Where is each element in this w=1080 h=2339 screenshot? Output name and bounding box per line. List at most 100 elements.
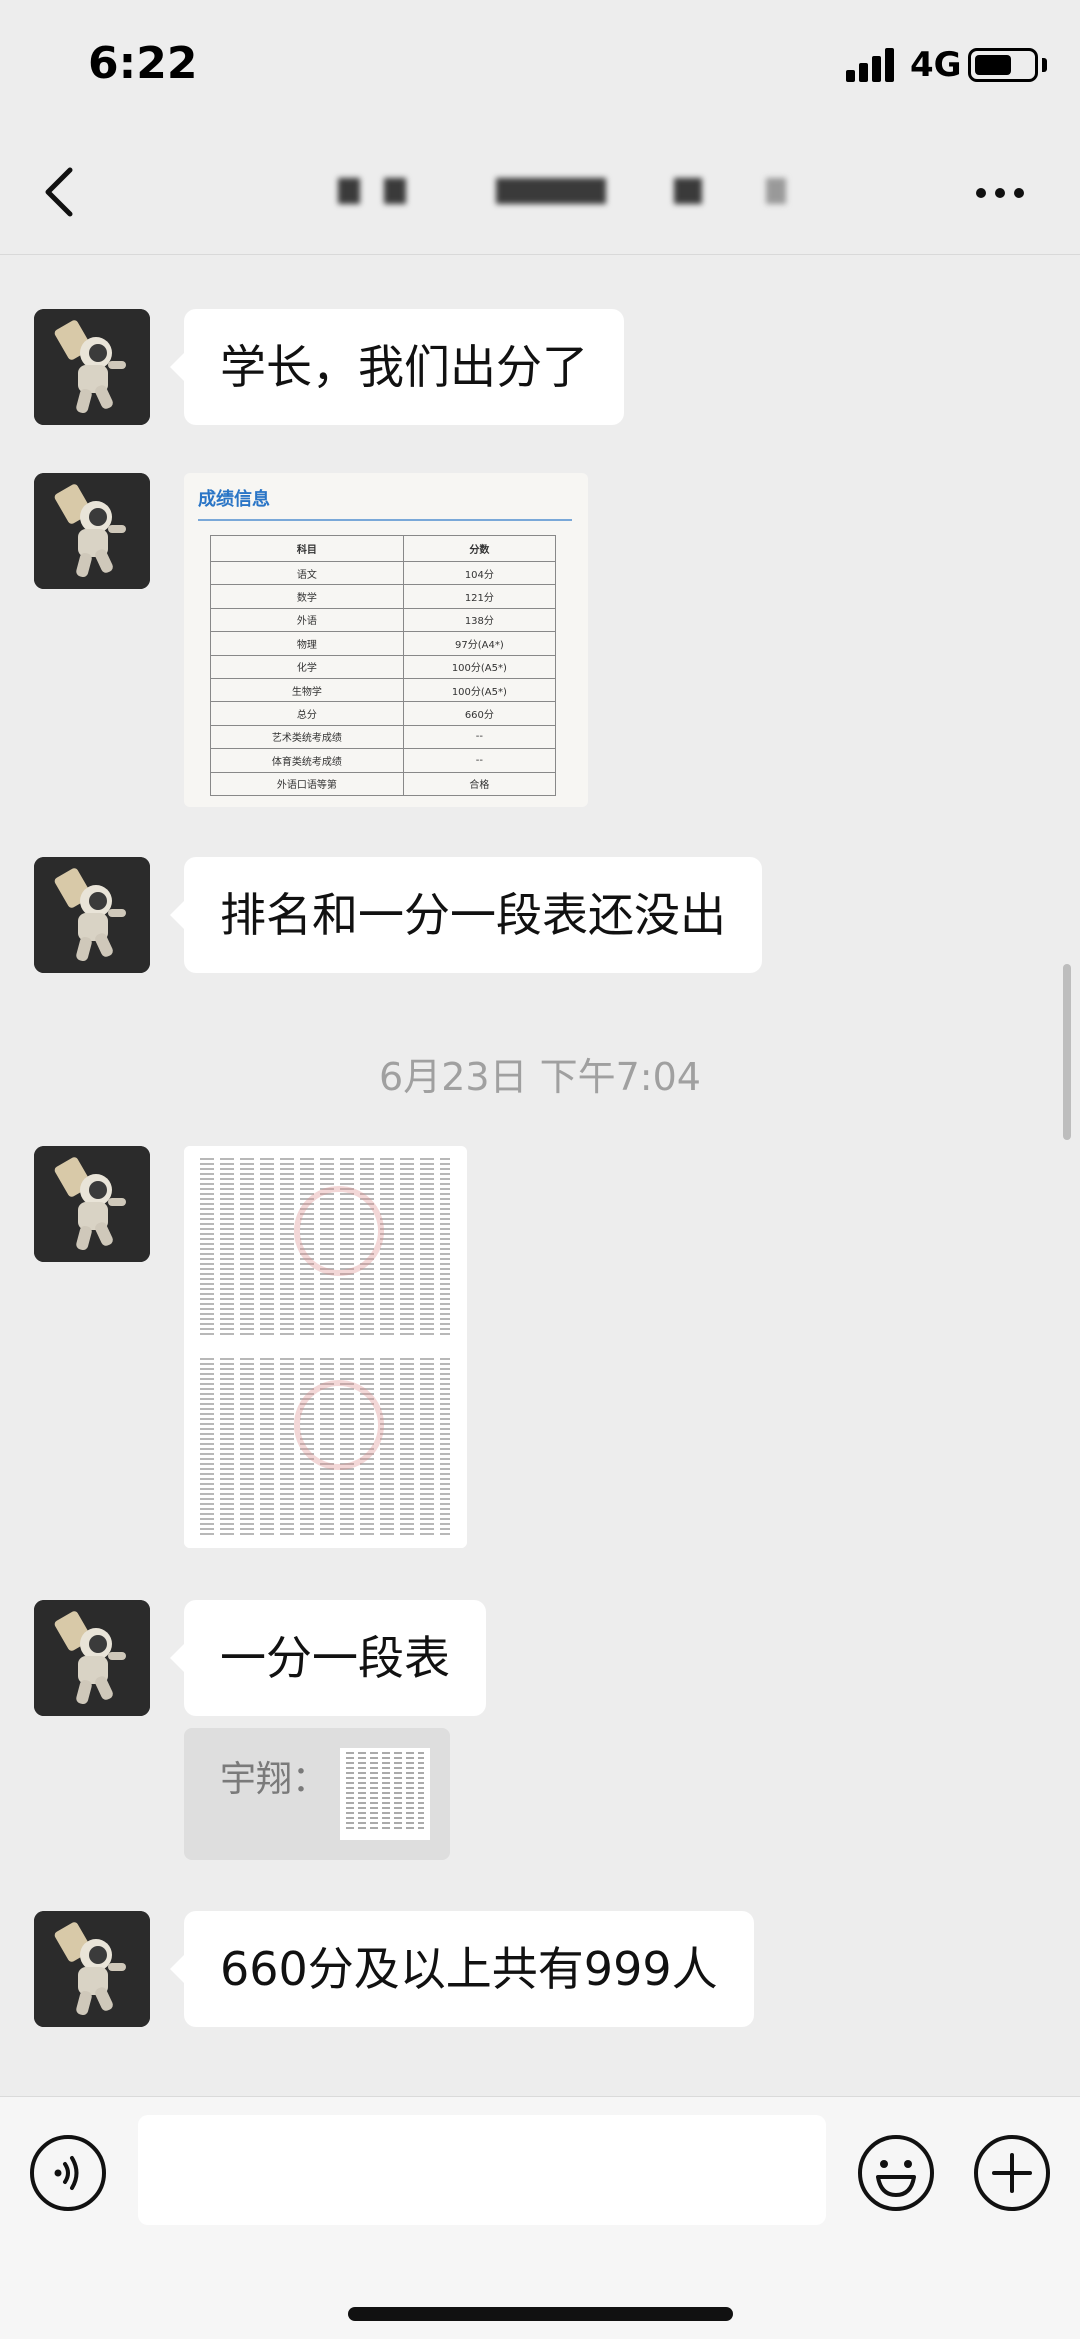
astronaut-avatar-icon [34,1600,150,1716]
table-cell: 数学 [210,584,404,609]
avatar[interactable] [34,1600,150,1716]
scrollbar[interactable] [1063,964,1071,1140]
astronaut-avatar-icon [34,473,150,589]
input-bar [0,2096,1080,2339]
back-button[interactable] [40,164,80,220]
message-bubble[interactable]: 学长，我们出分了 [170,309,624,425]
network-label: 4G [910,45,962,85]
message-input[interactable] [138,2115,826,2225]
emoji-button[interactable] [856,2133,936,2213]
avatar[interactable] [34,473,150,589]
table-cell: 生物学 [210,677,404,703]
table-line [200,1513,450,1515]
table-cell: 121分 [402,584,557,609]
table-line [200,1523,450,1525]
avatar[interactable] [34,1146,150,1262]
table-line [200,1468,450,1470]
table-cell: 物理 [210,631,404,656]
table-cell: 100分(A5*) [402,654,557,679]
table-line [346,1792,424,1794]
astronaut-avatar-icon [34,1911,150,2027]
plus-button[interactable] [972,2133,1052,2213]
table-line [200,1483,450,1485]
table-line [200,1293,450,1295]
more-button[interactable] [970,178,1030,208]
table-line [346,1782,424,1784]
avatar[interactable] [34,309,150,425]
table-line [346,1817,424,1819]
score-card: 成绩信息 科目 分数 语文 104分 数学 121分 外语 138分 物理 97分(A4… [184,473,588,807]
table-line [346,1807,424,1809]
rank-table-image-message[interactable] [184,1146,467,1548]
table-line [200,1503,450,1505]
table-row: 外语口语等第 合格 [210,771,557,796]
rank-table-thumbnail [184,1146,467,1548]
table-header: 科目 [210,535,404,562]
table-line [200,1518,450,1520]
watermark-stamp [294,1380,384,1470]
table-row: 生物学 100分(A5*) [210,677,557,703]
divider [198,519,572,521]
table-line [346,1787,424,1789]
table-line [346,1802,424,1804]
table-cell: -- [402,748,557,773]
table-cell: 外语 [210,607,404,633]
score-table: 科目 分数 语文 104分 数学 121分 外语 138分 物理 97分(A4*) 化学… [210,535,557,796]
table-header: 分数 [402,535,557,562]
table-line [346,1797,424,1799]
watermark-stamp [294,1186,384,1276]
message-text: 学长，我们出分了 [220,340,588,394]
avatar[interactable] [34,857,150,973]
table-line [346,1812,424,1814]
table-line [200,1498,450,1500]
table-row: 外语 138分 [210,607,557,633]
message-bubble[interactable]: 660分及以上共有999人 [170,1911,754,2027]
table-line [200,1298,450,1300]
table-line [200,1283,450,1285]
table-line [200,1528,450,1530]
chat-title-redacted [290,178,790,210]
avatar[interactable] [34,1911,150,2027]
table-line [200,1303,450,1305]
battery-fill [975,55,1011,75]
table-row: 语文 104分 [210,560,557,586]
message-bubble[interactable]: 一分一段表 [170,1600,486,1716]
table-cell: 97分(A4*) [402,631,557,656]
table-line [200,1168,450,1170]
table-line [200,1333,450,1335]
table-line [200,1508,450,1510]
battery-cap [1042,58,1047,72]
message-text: 排名和一分一段表还没出 [220,888,726,942]
chevron-left-icon [45,167,73,217]
status-bar: 6:22 4G [0,0,1080,130]
table-cell: 语文 [210,560,404,586]
table-cell: 艺术类统考成绩 [210,724,404,750]
table-line [346,1767,424,1769]
table-line [200,1318,450,1320]
message-bubble[interactable]: 排名和一分一段表还没出 [170,857,762,973]
table-cell: 138分 [402,607,557,633]
table-row: 数学 121分 [210,584,557,609]
table-line [200,1313,450,1315]
table-line [346,1757,424,1759]
chat-area[interactable]: 学长，我们出分了 成绩信息 科目 分数 语文 104分 数学 121分 外语 1… [0,256,1080,2096]
score-image-message[interactable]: 成绩信息 科目 分数 语文 104分 数学 121分 外语 138分 物理 97分(A4… [184,473,588,807]
voice-button[interactable] [28,2133,108,2213]
quote-author: 宇翔： [220,1759,329,1800]
battery-icon [968,48,1038,82]
table-cell: 合格 [402,771,557,796]
table-line [200,1358,450,1360]
table-row: 化学 100分(A5*) [210,654,557,679]
quoted-message[interactable]: 宇翔： [184,1728,450,1860]
voice-icon [30,2135,106,2211]
table-line [200,1183,450,1185]
table-line [200,1308,450,1310]
table-row: 体育类统考成绩 -- [210,748,557,773]
table-line [200,1533,450,1535]
table-cell: -- [402,724,557,750]
table-line [200,1378,450,1380]
table-row: 物理 97分(A4*) [210,631,557,656]
signal-icon [846,48,898,82]
table-line [200,1478,450,1480]
home-indicator[interactable] [348,2307,733,2321]
